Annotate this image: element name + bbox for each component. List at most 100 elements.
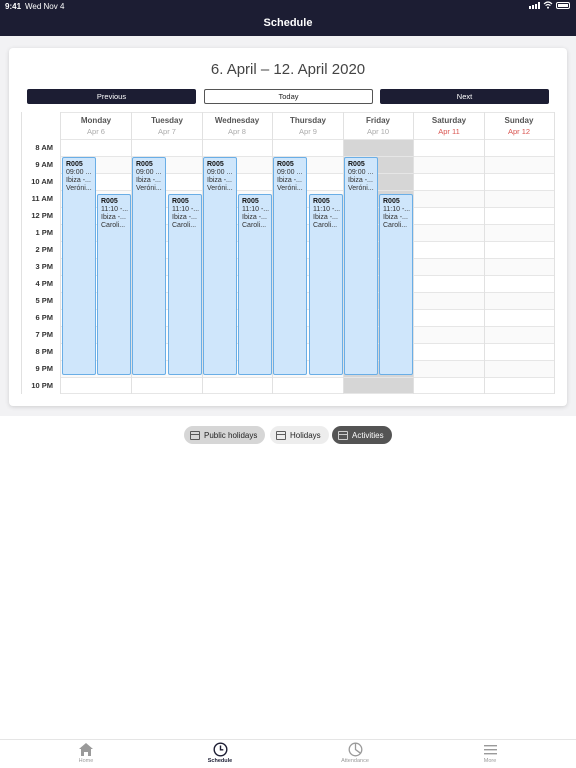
event-block-friday-morning[interactable]: R005 09:00 ... Ibiza -... Veróni... — [344, 157, 378, 375]
event-block-tuesday-morning[interactable]: R005 09:00 ... Ibiza -... Veróni... — [132, 157, 166, 375]
day-header-saturday: Saturday Apr 11 — [414, 116, 484, 136]
event-time: 11:10 -... — [101, 206, 129, 213]
time-label: 10 PM — [31, 381, 53, 390]
event-person: Veróni... — [348, 185, 374, 192]
calendar-icon — [190, 430, 200, 440]
pie-chart-icon — [348, 742, 362, 757]
event-code: R005 — [383, 198, 400, 205]
time-label: 8 PM — [35, 347, 53, 356]
day-date: Apr 11 — [438, 127, 460, 136]
calendar-icon — [276, 430, 286, 440]
event-code: R005 — [172, 198, 189, 205]
day-date: Apr 8 — [228, 127, 246, 136]
event-person: Veróni... — [66, 185, 92, 192]
event-block-friday-late[interactable]: R005 11:10 -... Ibiza -... Caroli... — [379, 194, 413, 375]
grid-line — [60, 112, 61, 394]
time-label: 11 AM — [31, 194, 53, 203]
event-person: Veróni... — [136, 185, 162, 192]
event-time: 11:10 -... — [383, 206, 411, 213]
event-code: R005 — [66, 161, 83, 168]
time-label: 5 PM — [35, 296, 53, 305]
wifi-icon — [543, 1, 553, 9]
calendar-filter-bar: Public holidays Holidays Activities — [0, 426, 576, 444]
next-week-button[interactable]: Next — [380, 89, 549, 104]
event-code: R005 — [136, 161, 153, 168]
day-name: Thursday — [289, 116, 326, 125]
day-date: Apr 12 — [507, 127, 531, 136]
calendar-icon — [338, 430, 348, 440]
time-label: 8 AM — [35, 143, 53, 152]
app-header: 9:41 Wed Nov 4 Schedule — [0, 0, 576, 36]
event-block-thursday-morning[interactable]: R005 09:00 ... Ibiza -... Veróni... — [273, 157, 307, 375]
grid-line — [60, 377, 554, 378]
grid-line — [554, 112, 555, 394]
day-name: Friday — [365, 116, 390, 125]
tab-schedule[interactable]: Schedule — [190, 742, 250, 764]
public-holidays-filter[interactable]: Public holidays — [184, 426, 266, 444]
grid-line — [60, 393, 554, 394]
day-header-thursday: Thursday Apr 9 — [273, 116, 343, 136]
holidays-filter[interactable]: Holidays — [270, 426, 329, 444]
event-person: Veróni... — [207, 185, 233, 192]
previous-week-button[interactable]: Previous — [27, 89, 196, 104]
event-block-thursday-late[interactable]: R005 11:10 -... Ibiza -... Caroli... — [309, 194, 343, 375]
event-time: 09:00 ... — [66, 169, 92, 176]
time-label: 9 AM — [35, 160, 53, 169]
grid-line — [60, 139, 554, 140]
event-code: R005 — [277, 161, 294, 168]
day-date: Apr 9 — [299, 127, 317, 136]
event-time: 11:10 -... — [313, 206, 341, 213]
activities-filter[interactable]: Activities — [332, 426, 392, 444]
day-name: Wednesday — [214, 116, 260, 125]
day-header-friday: Friday Apr 10 — [343, 116, 413, 136]
time-label: 4 PM — [35, 279, 53, 288]
event-person: Caroli... — [101, 222, 126, 229]
grid-line — [413, 112, 414, 394]
event-place: Ibiza -... — [136, 177, 161, 184]
event-block-monday-morning[interactable]: R005 09:00 ... Ibiza -... Veróni... — [62, 157, 96, 375]
time-label: 6 PM — [35, 313, 53, 322]
event-block-wednesday-morning[interactable]: R005 09:00 ... Ibiza -... Veróni... — [203, 157, 237, 375]
event-time: 09:00 ... — [348, 169, 374, 176]
event-block-monday-late[interactable]: R005 11:10 -... Ibiza -... Caroli... — [97, 194, 131, 375]
status-time: 9:41 — [5, 2, 22, 11]
day-header-monday: Monday Apr 6 — [61, 116, 131, 136]
signal-icon — [529, 1, 540, 9]
time-label: 3 PM — [35, 262, 53, 271]
event-person: Caroli... — [172, 222, 197, 229]
event-place: Ibiza -... — [66, 177, 91, 184]
week-range-title: 6. April – 12. April 2020 — [210, 61, 366, 78]
event-block-wednesday-late[interactable]: R005 11:10 -... Ibiza -... Caroli... — [238, 194, 272, 375]
day-header-tuesday: Tuesday Apr 7 — [132, 116, 202, 136]
clock-icon — [212, 742, 228, 757]
event-place: Ibiza -... — [313, 214, 338, 221]
tab-label: More — [483, 758, 497, 764]
today-button[interactable]: Today — [204, 89, 373, 104]
day-name: Saturday — [431, 116, 467, 125]
home-icon — [79, 743, 93, 756]
event-time: 09:00 ... — [207, 169, 233, 176]
event-time: 11:10 -... — [172, 206, 200, 213]
event-block-tuesday-late[interactable]: R005 11:10 -... Ibiza -... Caroli... — [168, 194, 202, 375]
event-code: R005 — [348, 161, 365, 168]
battery-icon — [556, 1, 570, 9]
time-label: 12 PM — [31, 211, 53, 220]
day-date: Apr 10 — [366, 127, 390, 136]
event-place: Ibiza -... — [101, 214, 126, 221]
event-person: Caroli... — [383, 222, 408, 229]
tab-more[interactable]: More — [460, 742, 520, 764]
event-place: Ibiza -... — [172, 214, 197, 221]
week-calendar: Monday Apr 6 Tuesday Apr 7 Wednesday Apr… — [21, 112, 555, 394]
bottom-tab-bar: Home Schedule Attendance More — [0, 739, 576, 768]
event-person: Veróni... — [277, 185, 303, 192]
time-label: 2 PM — [35, 245, 53, 254]
tab-attendance[interactable]: Attendance — [325, 742, 385, 764]
event-place: Ibiza -... — [383, 214, 408, 221]
tab-home[interactable]: Home — [56, 742, 116, 764]
event-place: Ibiza -... — [242, 214, 267, 221]
time-label: 10 AM — [31, 177, 53, 186]
grid-line — [60, 112, 554, 113]
day-date: Apr 7 — [158, 127, 176, 136]
event-code: R005 — [101, 198, 118, 205]
filter-label: Activities — [352, 430, 384, 440]
